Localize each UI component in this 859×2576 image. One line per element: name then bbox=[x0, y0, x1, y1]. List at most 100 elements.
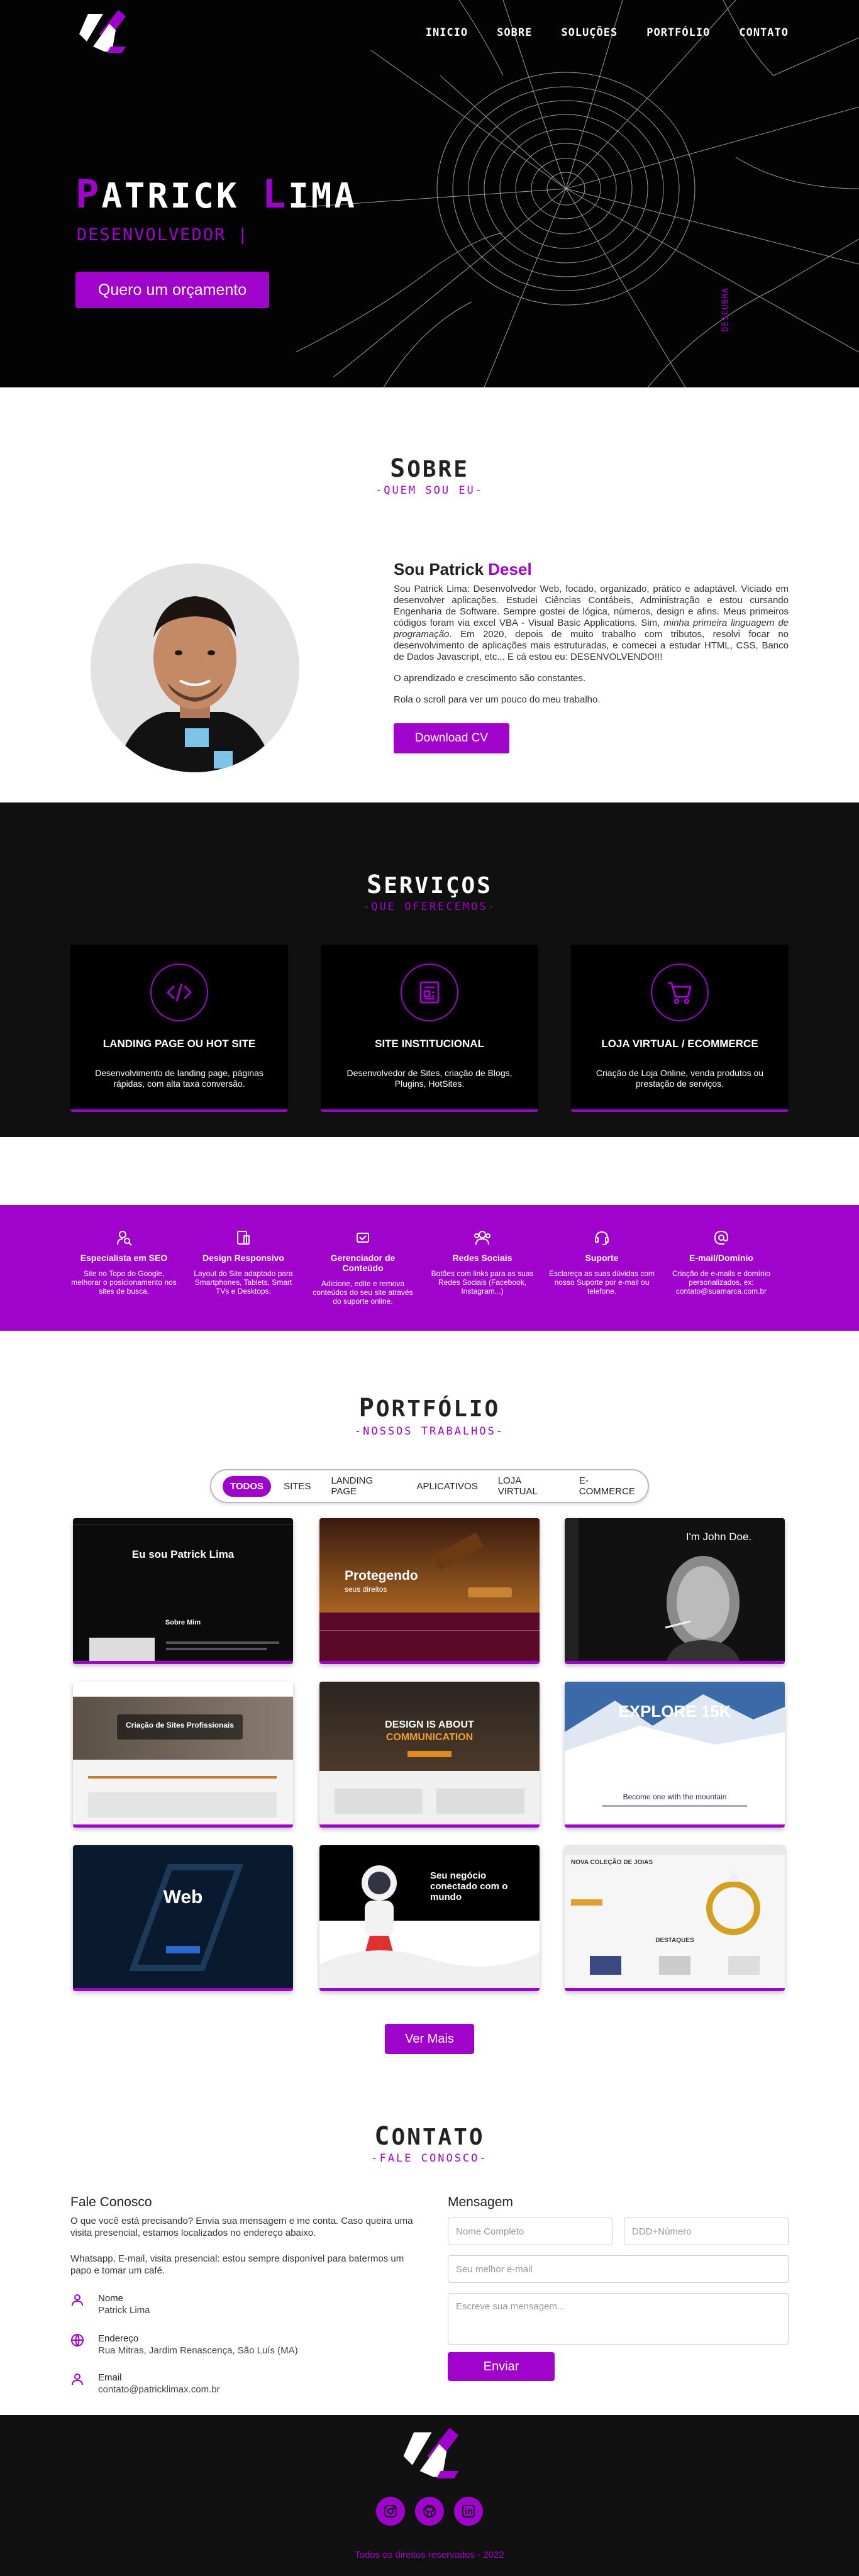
hero-name: PATRICK LIMA bbox=[75, 171, 357, 217]
filter-sites[interactable]: SITES bbox=[276, 1476, 318, 1497]
message-textarea[interactable]: Escreve sua mensagem... bbox=[448, 2293, 789, 2345]
nav-inicio[interactable]: INICIO bbox=[426, 26, 468, 39]
about-paragraph: Sou Patrick Lima: Desenvolvedor Web, foc… bbox=[394, 584, 789, 663]
portfolio-item[interactable]: DESIGN IS ABOUT COMMUNICATION bbox=[319, 1682, 540, 1828]
servicos-title-cap: S bbox=[367, 870, 384, 899]
filter-aplicativos[interactable]: APLICATIVOS bbox=[409, 1476, 485, 1497]
portfolio-caption: Protegendo bbox=[345, 1568, 418, 1583]
nav-sobre[interactable]: SOBRE bbox=[497, 26, 532, 39]
filter-ecommerce[interactable]: E-COMMERCE bbox=[572, 1470, 648, 1502]
at-icon bbox=[668, 1228, 775, 1248]
portfolio-item[interactable]: EXPLORE 15K Become one with the mountain bbox=[565, 1682, 785, 1828]
sobre-title: SOBRE bbox=[0, 454, 859, 483]
portfolio-item[interactable]: I'm John Doe. bbox=[565, 1518, 785, 1664]
nav-portfolio[interactable]: PORTFÓLIO bbox=[646, 26, 710, 39]
about-p1-b: . Em 2020, depois de muito trabalho com … bbox=[394, 629, 789, 662]
github-icon[interactable] bbox=[415, 2497, 444, 2526]
about-text: Sou Patrick Lima: Desenvolvedor Web, foc… bbox=[394, 584, 789, 716]
sobre-title-rest: OBRE bbox=[407, 457, 469, 482]
nav-contato[interactable]: CONTATO bbox=[739, 26, 789, 39]
portfolio-caption: Eu sou Patrick Lima bbox=[131, 1548, 235, 1560]
service-card-title: LANDING PAGE OU HOT SITE bbox=[103, 1038, 256, 1050]
email-user-icon bbox=[72, 2373, 83, 2385]
filter-todos[interactable]: TODOS bbox=[223, 1475, 272, 1497]
see-more-button[interactable]: Ver Mais bbox=[385, 2024, 474, 2054]
profile-photo bbox=[91, 564, 299, 772]
portfolio-item[interactable]: Eu sou Patrick Lima Sobre Mim bbox=[73, 1518, 293, 1664]
portfolio-caption: I'm John Doe. bbox=[685, 1531, 752, 1543]
service-card-desc: Criação de Loja Online, venda produtos o… bbox=[596, 1068, 764, 1089]
copyright: Todos os direitos reservados - 2022 bbox=[355, 2550, 504, 2560]
cart-icon bbox=[651, 963, 709, 1021]
scroll-hint[interactable]: DESCUBRA bbox=[721, 269, 731, 332]
contact-email-label: Email bbox=[98, 2372, 122, 2383]
contact-address-label: Endereço bbox=[98, 2333, 139, 2344]
nav-solucoes[interactable]: SOLUÇÕES bbox=[561, 26, 618, 39]
portfolio-caption: NOVA COLEÇÃO DE JOIAS bbox=[571, 1859, 653, 1866]
contact-address-value: Rua Mitras, Jardim Renascença, São Luís … bbox=[98, 2345, 298, 2356]
feature-item: Especialista em SEO Site no Topo do Goog… bbox=[70, 1228, 177, 1296]
portfolio-filter: TODOS SITES LANDING PAGE APLICATIVOS LOJ… bbox=[210, 1469, 649, 1503]
portfolio-caption: Criação de Sites Profissionais bbox=[126, 1721, 235, 1729]
portfolio-item[interactable]: Criação de Sites Profissionais bbox=[73, 1682, 293, 1828]
service-card[interactable]: LANDING PAGE OU HOT SITE Desenvolvimento… bbox=[70, 945, 288, 1112]
linkedin-icon[interactable] bbox=[454, 2497, 483, 2526]
footer-logo-icon[interactable] bbox=[395, 2426, 464, 2483]
send-button[interactable]: Enviar bbox=[448, 2352, 555, 2381]
service-card-title: SITE INSTITUCIONAL bbox=[375, 1038, 484, 1050]
sobre-title-cap: S bbox=[390, 454, 407, 483]
about-greeting-text: Sou Patrick bbox=[394, 560, 489, 579]
hero-name-initial: P bbox=[75, 171, 102, 217]
feature-title: Gerenciador de Conteúdo bbox=[330, 1253, 396, 1273]
contact-name-value: Patrick Lima bbox=[98, 2305, 150, 2316]
hero-name-last: IMA bbox=[288, 176, 357, 216]
service-card[interactable]: LOJA VIRTUAL / ECOMMERCE Criação de Loja… bbox=[571, 945, 789, 1112]
phone-input[interactable]: DDD+Número bbox=[624, 2218, 789, 2245]
instagram-icon[interactable] bbox=[376, 2497, 405, 2526]
service-card-desc: Desenvolvedor de Sites, criação de Blogs… bbox=[346, 1068, 513, 1089]
contato-title-rest: ONTATO bbox=[391, 2124, 485, 2150]
contact-name-label: Nome bbox=[98, 2293, 124, 2304]
user-icon bbox=[72, 2294, 83, 2306]
contact-name: Nome Patrick Lima bbox=[70, 2293, 150, 2316]
portfolio-item[interactable]: Protegendo seus direitos bbox=[319, 1518, 540, 1664]
service-card[interactable]: SITE INSTITUCIONAL Desenvolvedor de Site… bbox=[321, 945, 538, 1112]
contato-text-1: O que você está precisando? Envia sua me… bbox=[70, 2216, 413, 2238]
filter-landing-page[interactable]: LANDING PAGE bbox=[323, 1470, 404, 1502]
contact-email: Email contato@patricklimax.com.br bbox=[70, 2372, 220, 2395]
mensagem-heading: Mensagem bbox=[448, 2195, 513, 2209]
contact-email-value[interactable]: contato@patricklimax.com.br bbox=[98, 2384, 220, 2395]
feature-title: Design Responsivo bbox=[202, 1253, 284, 1263]
portfolio-sub: COMMUNICATION bbox=[385, 1732, 474, 1743]
portfolio-item[interactable]: Seu negócio conectado com o mundo bbox=[319, 1845, 540, 1991]
social-icon bbox=[429, 1228, 536, 1248]
hero-role: DESENVOLVEDOR | bbox=[77, 225, 249, 245]
code-icon bbox=[150, 963, 208, 1021]
feature-desc: Botões com links para as suas Redes Soci… bbox=[431, 1269, 534, 1296]
quote-button[interactable]: Quero um orçamento bbox=[75, 272, 269, 308]
portfolio-item[interactable]: Web bbox=[73, 1845, 293, 1991]
email-input[interactable]: Seu melhor e-mail bbox=[448, 2255, 789, 2283]
feature-desc: Adicione, edite e remova conteúdos do se… bbox=[313, 1279, 413, 1306]
support-icon bbox=[548, 1228, 655, 1248]
feature-item: Suporte Esclareça as suas dúvidas com no… bbox=[548, 1228, 655, 1296]
about-greeting-typed: Desel bbox=[488, 560, 532, 579]
feature-item: Redes Sociais Botões com links para as s… bbox=[429, 1228, 536, 1296]
contact-address: Endereço Rua Mitras, Jardim Renascença, S… bbox=[70, 2333, 298, 2356]
logo-icon[interactable] bbox=[74, 9, 128, 57]
portfolio-sub: seus direitos bbox=[345, 1585, 387, 1594]
portfolio-item[interactable]: NOVA COLEÇÃO DE JOIAS DESTAQUES bbox=[565, 1845, 785, 1991]
feature-title: Redes Sociais bbox=[452, 1253, 513, 1263]
features-strip: Especialista em SEO Site no Topo do Goog… bbox=[0, 1205, 859, 1331]
full-name-input[interactable]: Nome Completo bbox=[448, 2218, 612, 2245]
fale-conosco-heading: Fale Conosco bbox=[70, 2195, 152, 2209]
portfolio-title-rest: ORTFÓLIO bbox=[375, 1396, 501, 1422]
filter-loja-virtual[interactable]: LOJA VIRTUAL bbox=[490, 1470, 567, 1502]
footer: Todos os direitos reservados - 2022 bbox=[0, 2415, 859, 2576]
feature-item: E-mail/Domínio Criação de e-mails e domí… bbox=[668, 1228, 775, 1296]
portfolio-caption: Seu negócio conectado com o mundo bbox=[430, 1870, 508, 1902]
globe-icon bbox=[71, 2334, 84, 2347]
contato-text-2: Whatsapp, E-mail, visita presencial: est… bbox=[70, 2253, 404, 2276]
download-cv-button[interactable]: Download CV bbox=[394, 723, 509, 753]
hero-name-last-initial: L bbox=[262, 171, 289, 217]
